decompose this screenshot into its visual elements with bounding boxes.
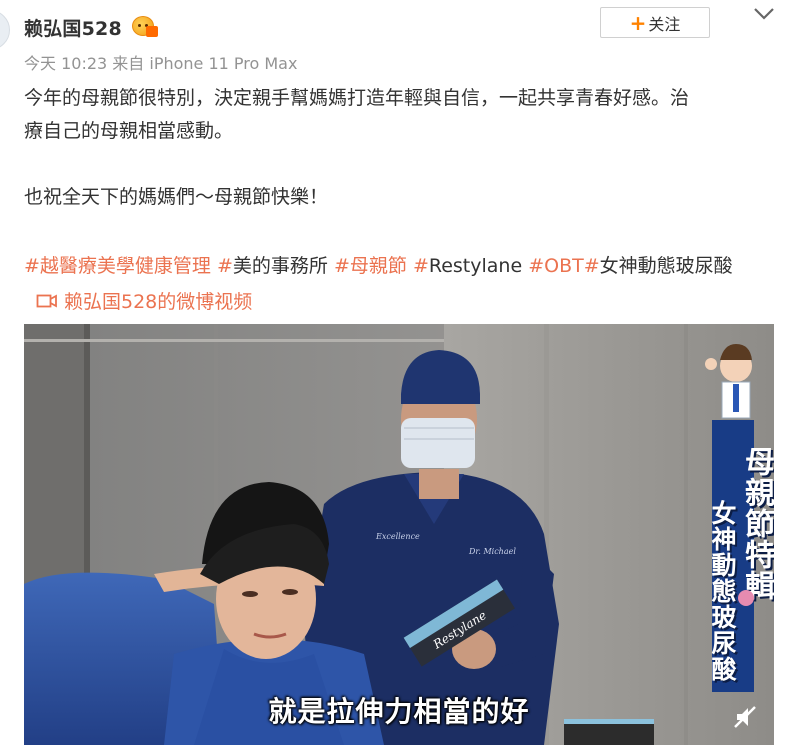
post-paragraph-2: 也祝全天下的媽媽們～母親節快樂！ [24,186,329,208]
topic-link[interactable]: #女神動態玻尿酸 [584,255,733,277]
vip-badge-icon [131,16,158,38]
scrub-text-right: Dr. Michael [468,547,516,556]
post-header: 赖弘国528 [24,12,158,42]
avatar[interactable] [0,10,10,50]
video-link[interactable]: 赖弘国528的微博视频 [36,287,252,314]
flower-icon [738,590,754,606]
topic-list: #越醫療美學健康管理 #美的事務所 #母親節 #Restylane #OBT#女… [24,251,784,281]
username-link[interactable]: 赖弘国528 [24,14,122,41]
more-menu-button[interactable] [750,2,778,26]
video-player[interactable]: Restylane Excellence Dr. Michael 母親節特輯 女… [24,324,774,745]
post-paragraph-1-line-1: 今年的母親節很特別，決定親手幫媽媽打造年輕與自信，一起共享青春好感。治 [24,87,690,109]
follow-label: 关注 [648,14,681,34]
video-frame: Restylane Excellence Dr. Michael [24,324,774,745]
post-body: 今年的母親節很特別，決定親手幫媽媽打造年輕與自信，一起共享青春好感。治 療自己的… [24,82,774,214]
mute-icon[interactable] [733,704,759,730]
post-paragraph-1-line-2: 療自己的母親相當感動。 [24,120,234,142]
follow-button[interactable]: + 关注 [600,7,710,38]
plus-icon: + [629,10,647,35]
topic-link[interactable]: #越醫療美學健康管理 [24,255,211,277]
video-link-label: 赖弘国528的微博视频 [64,291,253,313]
video-subtitle: 就是拉伸力相當的好 [268,695,530,728]
video-camera-icon [36,293,57,308]
topic-link[interactable]: #母親節 [328,255,407,277]
topic-link[interactable]: #OBT [522,255,584,277]
banner-subtitle: 女神動態玻尿酸 [708,500,737,682]
banner-title: 母親節特輯 [739,446,774,601]
topic-link[interactable]: #美的事務所 [211,255,328,277]
chevron-down-icon [754,8,774,20]
scrub-text-left: Excellence [375,532,420,541]
topic-link[interactable]: #Restylane [407,255,522,277]
post-meta: 今天 10:23 来自 iPhone 11 Pro Max [24,54,298,73]
